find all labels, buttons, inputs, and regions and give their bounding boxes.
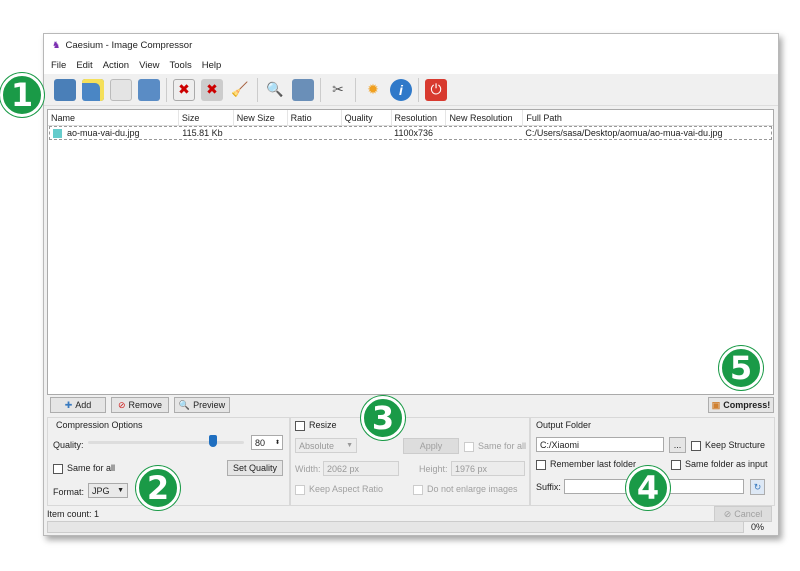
do-not-enlarge-checkbox[interactable]: Do not enlarge images — [413, 484, 518, 495]
output-folder-input[interactable]: C:/Xiaomi — [536, 437, 664, 452]
remember-last-folder-checkbox[interactable]: Remember last folder — [536, 459, 636, 470]
menu-help[interactable]: Help — [202, 60, 222, 71]
width-spinbox[interactable]: 2062 px — [323, 461, 399, 476]
remove-button[interactable]: ⊘ Remove — [111, 397, 169, 413]
add-button[interactable]: ✚ Add — [50, 397, 106, 413]
column-full-path[interactable]: Full Path — [523, 110, 773, 125]
toolbar-separator — [418, 77, 419, 102]
open-folder-icon[interactable] — [82, 78, 104, 101]
suffix-label: Suffix: — [536, 482, 561, 492]
chevron-down-icon: ▼ — [117, 487, 124, 494]
progress-bar — [47, 521, 744, 533]
apply-button[interactable]: Apply — [403, 438, 459, 454]
main-window: ♞ Caesium - Image Compressor File Edit Ac… — [43, 33, 779, 536]
save-icon[interactable] — [110, 78, 132, 101]
toolbar-separator — [355, 77, 356, 102]
remove-file-icon[interactable]: ✖ — [173, 78, 195, 101]
quality-label: Quality: — [53, 440, 84, 450]
resize-checkbox[interactable]: Resize — [295, 420, 337, 431]
open-files-icon[interactable] — [54, 78, 76, 101]
callout-4: 4 — [626, 466, 670, 510]
set-quality-button[interactable]: Set Quality — [227, 460, 283, 476]
update-icon[interactable]: ✹ — [362, 79, 384, 101]
same-folder-as-input-checkbox[interactable]: Same folder as input — [671, 459, 768, 470]
height-label: Height: — [419, 464, 448, 474]
column-resolution[interactable]: Resolution — [392, 110, 447, 125]
callout-1: 1 — [0, 73, 44, 117]
compress-icon: ▣ — [711, 399, 721, 410]
quit-icon[interactable]: ⏻ — [425, 78, 447, 101]
quality-slider[interactable] — [88, 435, 244, 447]
quality-slider-thumb[interactable] — [208, 435, 217, 447]
resize-group: Resize Absolute ▼ Apply Same for all Widt… — [290, 417, 530, 506]
quality-spinbox[interactable]: 80 ⬍ — [251, 435, 283, 450]
menu-bar: File Edit Action View Tools Help — [44, 56, 778, 74]
compare-icon[interactable] — [292, 78, 314, 101]
column-new-resolution[interactable]: New Resolution — [446, 110, 524, 125]
callout-5: 5 — [719, 346, 763, 390]
browse-button[interactable]: ... — [669, 437, 686, 453]
menu-view[interactable]: View — [139, 60, 159, 71]
settings-icon[interactable]: ✂ — [327, 79, 349, 101]
clean-icon[interactable]: 🧹 — [229, 79, 251, 101]
toolbar-separator — [257, 77, 258, 102]
plus-icon: ✚ — [64, 399, 73, 410]
width-label: Width: — [295, 464, 321, 474]
column-name[interactable]: Name — [48, 110, 179, 125]
progress-label: 0% — [751, 522, 765, 532]
column-size[interactable]: Size — [179, 110, 234, 125]
compress-button[interactable]: ▣ Compress! — [708, 397, 774, 413]
export-icon[interactable] — [138, 78, 160, 101]
height-spinbox[interactable]: 1976 px — [451, 461, 525, 476]
same-for-all-checkbox[interactable]: Same for all — [53, 463, 115, 474]
cancel-button[interactable]: ⊘ Cancel — [714, 506, 772, 522]
title-bar: ♞ Caesium - Image Compressor — [44, 34, 778, 56]
menu-tools[interactable]: Tools — [170, 60, 192, 71]
compression-options-title: Compression Options — [56, 420, 143, 430]
remove-icon: ⊘ — [117, 399, 126, 410]
chevron-down-icon: ▼ — [346, 442, 353, 449]
resize-mode-select[interactable]: Absolute ▼ — [295, 438, 357, 453]
column-ratio[interactable]: Ratio — [288, 110, 342, 125]
menu-edit[interactable]: Edit — [76, 60, 92, 71]
toolbar: ✖ ✖ 🧹 🔍 ✂ ✹ i ⏻ — [44, 74, 778, 106]
column-quality[interactable]: Quality — [342, 110, 392, 125]
image-file-icon — [53, 128, 62, 138]
cancel-icon: ⊘ — [723, 508, 732, 519]
toolbar-separator — [320, 77, 321, 102]
reset-suffix-icon[interactable]: ↻ — [750, 479, 765, 495]
preview-icon[interactable]: 🔍 — [264, 79, 286, 101]
file-table: Name Size New Size Ratio Quality Resolut… — [47, 109, 774, 395]
keep-aspect-ratio-checkbox[interactable]: Keep Aspect Ratio — [295, 484, 383, 495]
menu-file[interactable]: File — [51, 60, 66, 71]
keep-structure-checkbox[interactable]: Keep Structure — [691, 440, 765, 451]
preview-button[interactable]: 🔍 Preview — [174, 397, 230, 413]
resize-same-for-all-checkbox[interactable]: Same for all — [464, 441, 526, 452]
format-label: Format: — [53, 487, 85, 497]
column-new-size[interactable]: New Size — [234, 110, 288, 125]
callout-3: 3 — [361, 396, 405, 440]
spin-arrows-icon[interactable]: ⬍ — [275, 439, 280, 446]
magnifier-icon: 🔍 — [178, 399, 191, 410]
output-folder-title: Output Folder — [536, 420, 592, 430]
menu-action[interactable]: Action — [103, 60, 129, 71]
toolbar-separator — [166, 77, 167, 102]
app-icon: ♞ — [52, 39, 61, 51]
info-icon[interactable]: i — [390, 78, 412, 101]
format-select[interactable]: JPG ▼ — [88, 483, 128, 498]
item-count: Item count: 1 — [47, 509, 100, 519]
table-row[interactable]: ao-mua-vai-du.jpg 115.81 Kb 1100x736 C:/… — [49, 126, 772, 140]
clear-list-icon[interactable]: ✖ — [201, 78, 223, 101]
table-header: Name Size New Size Ratio Quality Resolut… — [48, 110, 773, 126]
callout-2: 2 — [136, 466, 180, 510]
